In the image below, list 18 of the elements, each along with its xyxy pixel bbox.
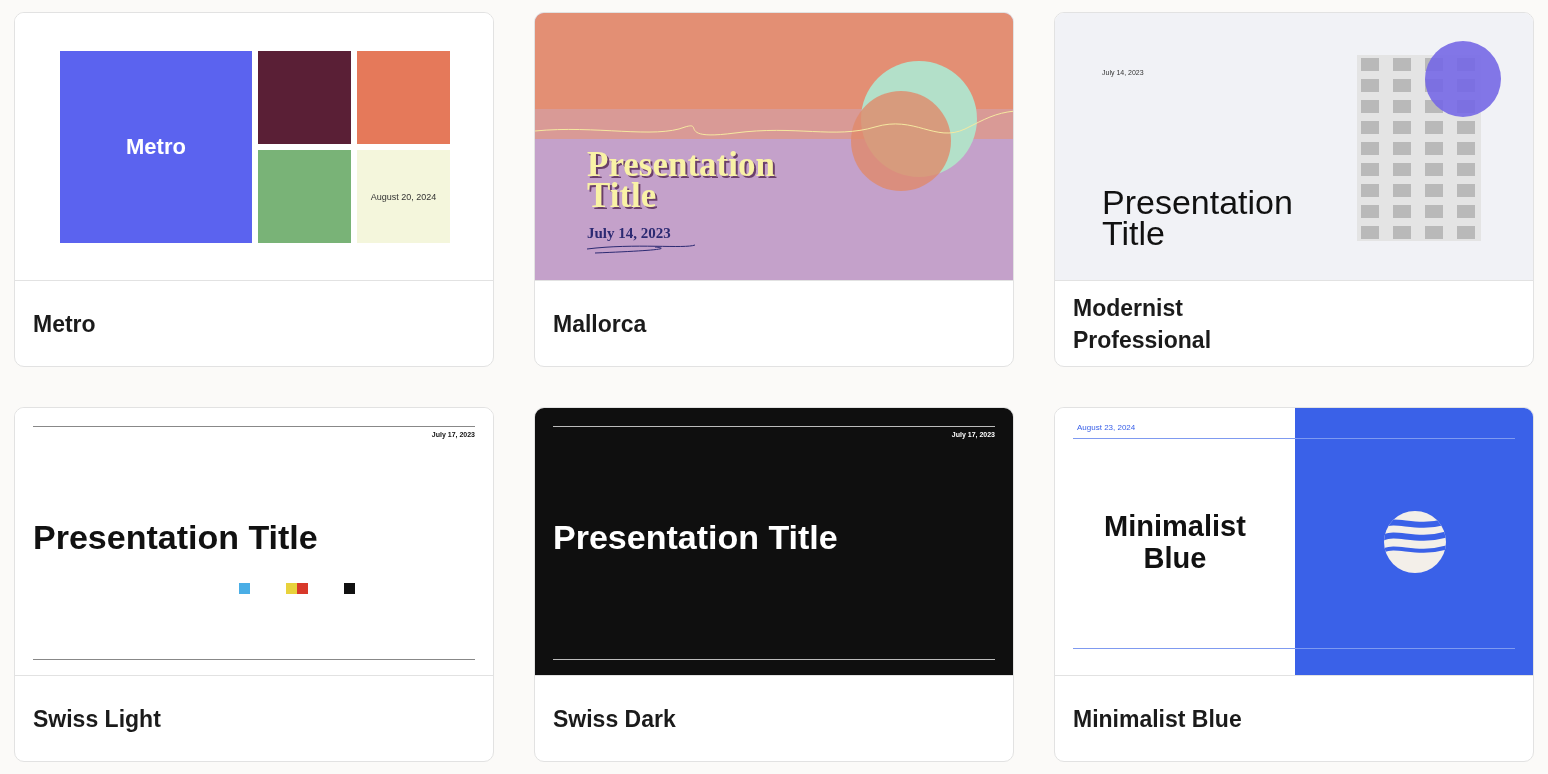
template-card[interactable]: Metro August 20, 2024 Metro xyxy=(14,12,494,367)
slide-title: Minimalist Blue xyxy=(1103,509,1247,574)
slide-title: Presentation Title xyxy=(553,518,838,557)
template-card[interactable]: Minimalist Blue August 23, 2024 Minimalist Blue xyxy=(1054,407,1534,762)
slide-title: Presentation Title xyxy=(587,149,776,211)
slide-date: August 20, 2024 xyxy=(370,191,437,202)
slide-date: July 14, 2023 xyxy=(587,225,671,242)
slide-title: Presentation Title xyxy=(33,518,318,557)
template-name: Metro xyxy=(33,309,96,339)
template-name: Mallorca xyxy=(553,309,647,339)
template-name: Swiss Dark xyxy=(553,704,676,734)
template-name: Swiss Light xyxy=(33,704,161,734)
template-name: Modernist Professional xyxy=(1073,293,1213,355)
template-name: Minimalist Blue xyxy=(1073,704,1242,734)
slide-date: August 23, 2024 xyxy=(1077,423,1136,432)
slide-title: Presentation Title xyxy=(1102,187,1294,249)
template-card[interactable]: Presentation Title July 14, 2023 Mallorca xyxy=(534,12,1014,367)
slide-title: Metro xyxy=(126,134,186,160)
